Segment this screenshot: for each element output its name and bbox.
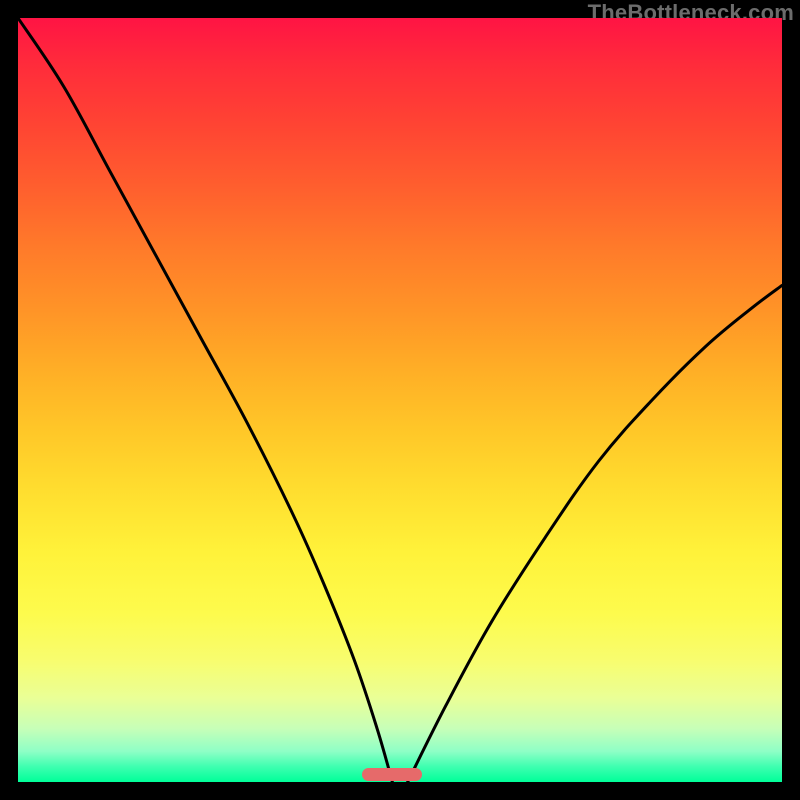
plot-area <box>18 18 782 782</box>
valley-marker <box>362 768 422 781</box>
left-branch-path <box>18 18 392 782</box>
chart-frame: TheBottleneck.com <box>0 0 800 800</box>
right-branch-path <box>408 285 782 782</box>
curve-layer <box>18 18 782 782</box>
